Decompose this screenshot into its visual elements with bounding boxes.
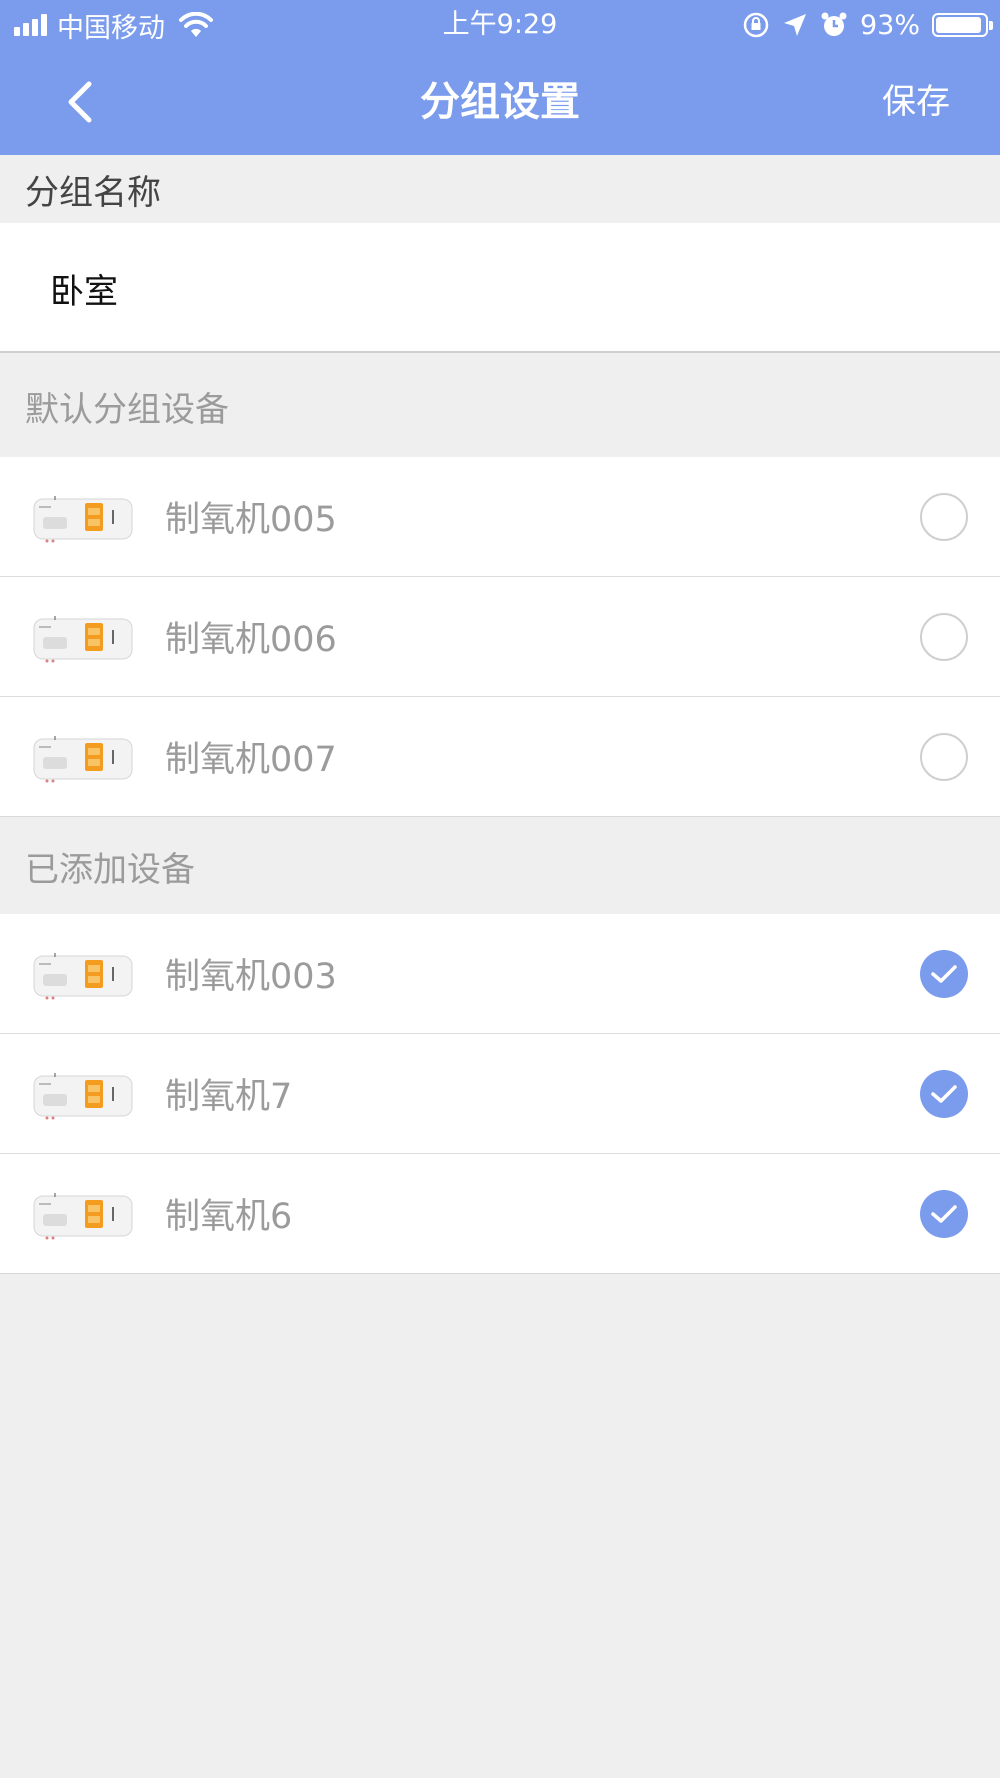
checkmark-icon — [931, 1204, 957, 1223]
device-name: 制氧机006 — [165, 620, 337, 660]
device-row-default-2[interactable]: 制氧机007 — [0, 697, 1000, 817]
page-title: 分组设置 — [420, 79, 580, 125]
added-device-list: 制氧机003 制氧机7 制氧机6 — [0, 914, 1000, 1274]
unchecked-radio-icon[interactable] — [920, 492, 968, 541]
oxygen-concentrator-icon — [33, 616, 133, 663]
back-button[interactable] — [55, 75, 105, 129]
checked-radio-icon[interactable] — [920, 1069, 968, 1118]
default-devices-header: 默认分组设备 — [0, 355, 1000, 457]
device-row-default-1[interactable]: 制氧机006 — [0, 577, 1000, 697]
device-name: 制氧机007 — [165, 740, 337, 780]
device-name: 制氧机003 — [165, 957, 337, 997]
battery-percent: 93% — [859, 9, 920, 41]
oxygen-concentrator-icon — [33, 496, 133, 543]
checkmark-icon — [931, 964, 957, 983]
checked-radio-icon[interactable] — [920, 1189, 968, 1238]
device-row-added-2[interactable]: 制氧机6 — [0, 1154, 1000, 1274]
default-device-list: 制氧机005 制氧机006 制氧机007 — [0, 457, 1000, 817]
group-name-header: 分组名称 — [0, 155, 1000, 223]
save-button[interactable]: 保存 — [882, 50, 950, 155]
top-bar: 中国移动 上午9:29 93% 分组设置 保存 — [0, 0, 1000, 155]
device-name: 制氧机7 — [165, 1077, 293, 1117]
added-devices-header: 已添加设备 — [0, 818, 1000, 914]
device-row-added-1[interactable]: 制氧机7 — [0, 1034, 1000, 1154]
device-name: 制氧机6 — [165, 1197, 293, 1237]
group-name-input[interactable] — [0, 223, 900, 353]
nav-bar: 分组设置 保存 — [0, 50, 1000, 155]
alarm-icon — [821, 12, 847, 36]
oxygen-concentrator-icon — [33, 1073, 133, 1120]
checkmark-icon — [931, 1084, 957, 1103]
oxygen-concentrator-icon — [33, 736, 133, 783]
checked-radio-icon[interactable] — [920, 949, 968, 998]
group-name-row — [0, 223, 1000, 353]
battery-icon — [932, 13, 993, 37]
unchecked-radio-icon[interactable] — [920, 732, 968, 781]
status-bar: 中国移动 上午9:29 93% — [0, 0, 1000, 50]
location-arrow-icon — [783, 14, 806, 36]
device-name: 制氧机005 — [165, 500, 337, 540]
oxygen-concentrator-icon — [33, 953, 133, 1000]
rotation-lock-icon — [743, 12, 769, 38]
device-row-default-0[interactable]: 制氧机005 — [0, 457, 1000, 577]
status-right: 93% — [742, 8, 993, 42]
device-row-added-0[interactable]: 制氧机003 — [0, 914, 1000, 1034]
unchecked-radio-icon[interactable] — [920, 612, 968, 661]
chevron-left-icon — [68, 81, 92, 123]
oxygen-concentrator-icon — [33, 1193, 133, 1240]
